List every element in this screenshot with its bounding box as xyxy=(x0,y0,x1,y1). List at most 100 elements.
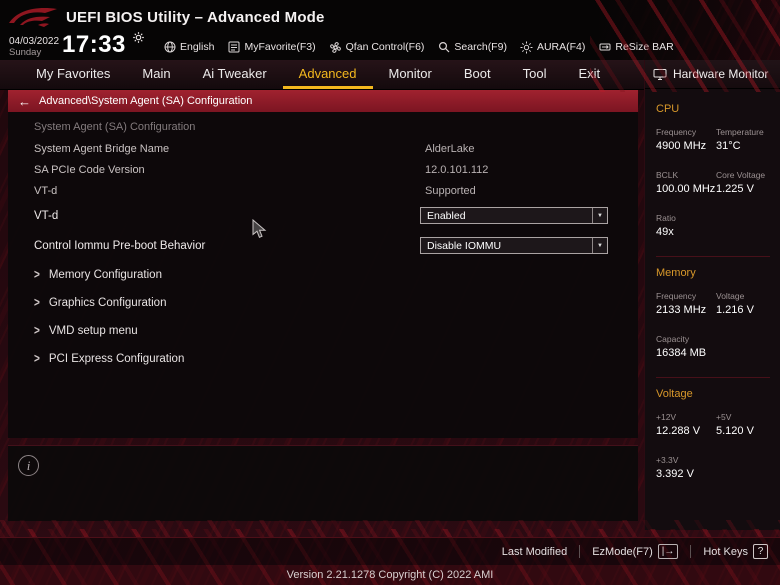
hw-metric-label: Frequency xyxy=(656,291,716,301)
info-row-pcie-code-version: SA PCIe Code Version 12.0.101.112 xyxy=(8,159,638,180)
iommu-dropdown[interactable]: Disable IOMMU ▼ xyxy=(420,237,608,254)
hw-row: Frequency 4900 MHz Temperature 31°C xyxy=(656,127,772,152)
tab-main[interactable]: Main xyxy=(126,60,186,89)
aura-button[interactable]: AURA(F4) xyxy=(520,41,585,54)
tab-monitor[interactable]: Monitor xyxy=(373,60,448,89)
settings-list: System Agent (SA) Configuration System A… xyxy=(8,112,638,373)
submenu-label: Memory Configuration xyxy=(49,269,162,281)
ezmode-arrow-icon: |→ xyxy=(658,544,679,559)
hw-section-voltage: Voltage +12V 12.288 V +5V 5.120 V +3.3V … xyxy=(656,388,772,480)
main-menu: My Favorites Main Ai Tweaker Advanced Mo… xyxy=(0,60,644,90)
hardware-monitor-panel: Hardware Monitor CPU Frequency 4900 MHz … xyxy=(644,60,780,530)
hw-metric-memory-voltage: Voltage 1.216 V xyxy=(716,291,772,316)
aura-label: AURA(F4) xyxy=(537,41,585,53)
hw-metric-label: BCLK xyxy=(656,170,716,180)
search-button[interactable]: Search(F9) xyxy=(437,41,507,54)
search-icon xyxy=(437,41,450,54)
hw-metric-label: +3.3V xyxy=(656,455,772,465)
hw-row: Capacity 16384 MB xyxy=(656,334,772,359)
hw-metric-label: Ratio xyxy=(656,213,772,223)
hw-row: +3.3V 3.392 V xyxy=(656,455,772,480)
hw-metric-value: 3.392 V xyxy=(656,468,772,480)
hardware-monitor-body: CPU Frequency 4900 MHz Temperature 31°C … xyxy=(645,89,780,480)
setting-label: VT-d xyxy=(34,210,58,222)
tab-tool[interactable]: Tool xyxy=(507,60,563,89)
title-bar: UEFI BIOS Utility – Advanced Mode 04/03/… xyxy=(0,0,780,60)
resize-bar-button[interactable]: ReSize BAR xyxy=(598,41,673,54)
hw-section-title: Memory xyxy=(656,267,772,279)
section-heading: System Agent (SA) Configuration xyxy=(8,116,638,138)
search-label: Search(F9) xyxy=(454,41,507,53)
setting-row-vtd: VT-d Enabled ▼ xyxy=(8,201,638,231)
last-modified-button[interactable]: Last Modified xyxy=(502,546,567,558)
hw-section-cpu: CPU Frequency 4900 MHz Temperature 31°C … xyxy=(656,103,772,238)
hw-metric-value: 100.00 MHz xyxy=(656,183,716,195)
hw-metric-value: 5.120 V xyxy=(716,425,772,437)
hw-metric-cpu-frequency: Frequency 4900 MHz xyxy=(656,127,716,152)
hot-keys-label: Hot Keys xyxy=(703,546,748,558)
info-value: Supported xyxy=(425,185,476,197)
submenu-vmd-setup[interactable]: > VMD setup menu xyxy=(8,317,638,345)
hw-metric-label: +5V xyxy=(716,412,772,422)
divider xyxy=(690,545,691,558)
submenu-pci-express-configuration[interactable]: > PCI Express Configuration xyxy=(8,345,638,373)
hw-metric-value: 1.225 V xyxy=(716,183,772,195)
submenu-graphics-configuration[interactable]: > Graphics Configuration xyxy=(8,289,638,317)
ezmode-button[interactable]: EzMode(F7) |→ xyxy=(592,544,678,559)
hw-section-title: Voltage xyxy=(656,388,772,400)
question-mark-icon: ? xyxy=(753,544,768,559)
hw-metric-value: 31°C xyxy=(716,140,772,152)
tab-my-favorites[interactable]: My Favorites xyxy=(20,60,126,89)
resize-bar-label: ReSize BAR xyxy=(615,41,673,53)
vtd-dropdown[interactable]: Enabled ▼ xyxy=(420,207,608,224)
back-arrow-icon[interactable]: ← xyxy=(18,95,31,108)
quick-access-bar: English MyFavorite(F3) xyxy=(163,35,674,59)
myfavorite-button[interactable]: MyFavorite(F3) xyxy=(227,41,315,54)
hw-metric-12v: +12V 12.288 V xyxy=(656,412,716,437)
hw-metric-3v3: +3.3V 3.392 V xyxy=(656,455,772,480)
language-button[interactable]: English xyxy=(163,41,214,54)
language-label: English xyxy=(180,41,214,53)
hw-metric-value: 12.288 V xyxy=(656,425,716,437)
info-value: AlderLake xyxy=(425,143,475,155)
info-value: 12.0.101.112 xyxy=(425,164,488,176)
hw-row: BCLK 100.00 MHz Core Voltage 1.225 V xyxy=(656,170,772,195)
clock-settings-gear-icon xyxy=(133,32,144,43)
submenu-arrow-icon: > xyxy=(34,268,40,282)
submenu-label: VMD setup menu xyxy=(49,325,138,337)
hw-metric-value: 1.216 V xyxy=(716,304,772,316)
monitor-icon xyxy=(653,68,667,81)
myfavorite-label: MyFavorite(F3) xyxy=(244,41,315,53)
tab-ai-tweaker[interactable]: Ai Tweaker xyxy=(187,60,283,89)
divider xyxy=(656,377,770,378)
divider xyxy=(656,256,770,257)
hw-row: Frequency 2133 MHz Voltage 1.216 V xyxy=(656,291,772,316)
hw-metric-memory-frequency: Frequency 2133 MHz xyxy=(656,291,716,316)
setting-row-iommu: Control Iommu Pre-boot Behavior Disable … xyxy=(8,231,638,261)
info-icon: i xyxy=(18,455,39,476)
hw-metric-label: Core Voltage xyxy=(716,170,772,180)
hot-keys-button[interactable]: Hot Keys ? xyxy=(703,544,768,559)
date-text: 04/03/2022 xyxy=(9,36,59,47)
tab-advanced[interactable]: Advanced xyxy=(283,60,373,89)
hw-metric-value: 2133 MHz xyxy=(656,304,716,316)
footer-bar: Last Modified EzMode(F7) |→ Hot Keys ? xyxy=(0,537,780,565)
dropdown-value: Enabled xyxy=(421,210,592,222)
hw-metric-core-voltage: Core Voltage 1.225 V xyxy=(716,170,772,195)
submenu-arrow-icon: > xyxy=(34,324,40,338)
info-label: System Agent Bridge Name xyxy=(34,143,169,155)
breadcrumb-path: Advanced\System Agent (SA) Configuration xyxy=(39,95,252,107)
hw-metric-label: Voltage xyxy=(716,291,772,301)
fan-icon xyxy=(329,41,342,54)
info-row-bridge-name: System Agent Bridge Name AlderLake xyxy=(8,138,638,159)
submenu-memory-configuration[interactable]: > Memory Configuration xyxy=(8,261,638,289)
hw-row: +12V 12.288 V +5V 5.120 V xyxy=(656,412,772,437)
qfan-control-button[interactable]: Qfan Control(F6) xyxy=(329,41,425,54)
hw-metric-label: Frequency xyxy=(656,127,716,137)
qfan-label: Qfan Control(F6) xyxy=(346,41,425,53)
tab-boot[interactable]: Boot xyxy=(448,60,507,89)
globe-icon xyxy=(163,41,176,54)
hw-row: Ratio 49x xyxy=(656,213,772,238)
tab-exit[interactable]: Exit xyxy=(562,60,616,89)
info-label: SA PCIe Code Version xyxy=(34,164,145,176)
